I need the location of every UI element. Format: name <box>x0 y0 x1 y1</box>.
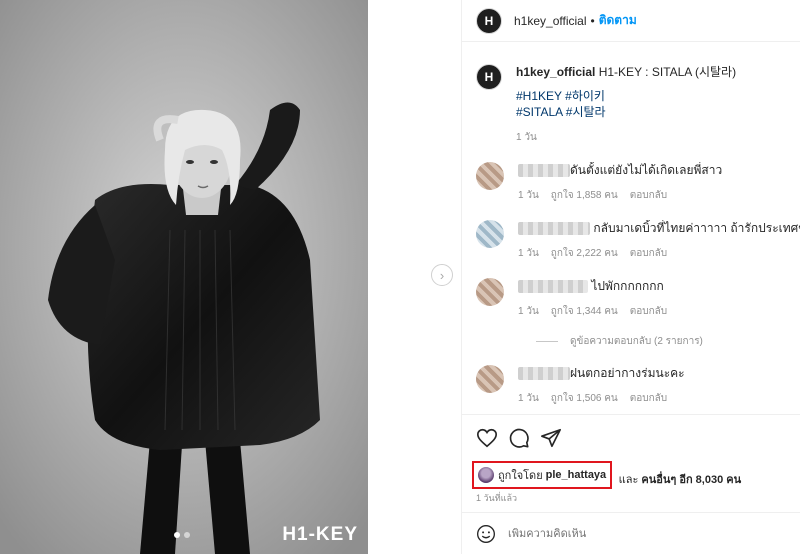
comment-text: ดันตั้งแต่ยังไม่ได้เกิดเลยพี่สาว <box>570 163 723 177</box>
caption-time: 1 วัน <box>516 132 537 143</box>
comment-item: ดันตั้งแต่ยังไม่ได้เกิดเลยพี่สาว 1 วัน ถู… <box>476 162 800 204</box>
follow-button[interactable]: ติดตาม <box>599 11 637 30</box>
chevron-right-icon: › <box>439 267 445 283</box>
brand-watermark: H1-KEY <box>282 524 358 545</box>
liker-username[interactable]: ple_hattaya <box>546 469 607 481</box>
reply-button[interactable]: ตอบกลับ <box>630 393 667 404</box>
author-username[interactable]: h1key_official <box>514 14 587 28</box>
comment-text: ไปพักกกกกกก <box>591 279 664 293</box>
emoji-icon[interactable] <box>476 524 496 544</box>
blurred-username[interactable] <box>518 164 570 178</box>
reply-button[interactable]: ตอบกลับ <box>630 190 667 201</box>
commenter-avatar[interactable] <box>476 162 504 190</box>
comment-time: 1 วัน <box>518 190 539 201</box>
comment-time: 1 วัน <box>518 248 539 259</box>
comment-likes[interactable]: ถูกใจ 1,858 คน <box>551 190 618 201</box>
blurred-username[interactable] <box>518 367 570 381</box>
comment-likes[interactable]: ถูกใจ 1,506 คน <box>551 393 618 404</box>
carousel-dots <box>174 532 190 538</box>
next-slide-button[interactable]: › <box>431 264 453 286</box>
commenter-avatar[interactable] <box>476 365 504 393</box>
liked-by-others[interactable]: คนอื่นๆ อีก 8,030 คน <box>641 470 741 488</box>
post-media[interactable]: H1-KEY <box>0 0 368 554</box>
reply-button[interactable]: ตอบกลับ <box>630 306 667 317</box>
comments-feed[interactable]: H h1key_official H1-KEY : SITALA (시탈라) #… <box>462 42 800 407</box>
divider-line <box>536 341 558 342</box>
post-actions: ถูกใจโดย ple_hattaya และ คนอื่นๆ อีก 8,0… <box>462 414 800 505</box>
liked-by-highlight: ถูกใจโดย ple_hattaya <box>472 461 613 489</box>
post-timestamp: 1 วันที่แล้ว <box>476 493 518 503</box>
view-replies-button[interactable]: ดูข้อความตอบกลับ (2 รายการ) <box>536 334 800 349</box>
comment-likes[interactable]: ถูกใจ 1,344 คน <box>551 306 618 317</box>
share-icon[interactable] <box>540 427 562 449</box>
blurred-username[interactable] <box>518 280 588 294</box>
comment-time: 1 วัน <box>518 393 539 404</box>
liked-by-and: และ <box>618 473 639 486</box>
liker-avatar[interactable] <box>478 467 494 483</box>
action-icons <box>476 427 787 449</box>
caption-author-username[interactable]: h1key_official <box>516 65 595 79</box>
liked-by-prefix: ถูกใจโดย <box>498 470 543 482</box>
comment-likes[interactable]: ถูกใจ 2,222 คน <box>551 248 618 259</box>
separator: • <box>590 13 595 28</box>
comment-item: กลับมาเดบิ้วที่ไทยค่าาาาา ถ้ารักประเทศขน… <box>476 220 800 262</box>
add-comment-bar <box>462 512 800 554</box>
commenter-avatar[interactable] <box>476 220 504 248</box>
post-details-panel: H h1key_official • ติดตาม H h1key_offici… <box>461 0 800 554</box>
comment-text: กลับมาเดบิ้วที่ไทยค่าาาาา ถ้ารักประเทศขน… <box>593 221 800 235</box>
caption-title: H1-KEY : SITALA (시탈라) <box>598 65 737 79</box>
comment-input[interactable] <box>508 527 758 540</box>
comment-time: 1 วัน <box>518 306 539 317</box>
caption-author-avatar[interactable]: H <box>476 64 502 90</box>
commenter-avatar[interactable] <box>476 278 504 306</box>
hashtags-line-2[interactable]: #SITALA #시탈라 <box>516 104 736 120</box>
post-caption: H h1key_official H1-KEY : SITALA (시탈라) #… <box>476 64 800 146</box>
reply-button[interactable]: ตอบกลับ <box>630 248 667 259</box>
heart-icon[interactable] <box>476 427 498 449</box>
comment-text: ฝนตกอย่ากางร่มนะคะ <box>570 366 685 380</box>
blurred-username[interactable] <box>518 222 590 236</box>
view-replies-label[interactable]: ดูข้อความตอบกลับ (2 รายการ) <box>570 334 703 349</box>
carousel-dot <box>184 532 190 538</box>
comment-item: ฝนตกอย่ากางร่มนะคะ 1 วัน ถูกใจ 1,506 คน ตอ… <box>476 365 800 407</box>
post-header: H h1key_official • ติดตาม <box>462 0 800 42</box>
author-avatar[interactable]: H <box>476 7 502 34</box>
hashtags-line-1[interactable]: #H1KEY #하이키 <box>516 88 736 104</box>
comment-icon[interactable] <box>508 427 530 449</box>
carousel-dot-active <box>174 532 180 538</box>
post-photo <box>0 0 368 554</box>
comment-item: ไปพักกกกกกก 1 วัน ถูกใจ 1,344 คน ตอบกลับ <box>476 278 800 320</box>
